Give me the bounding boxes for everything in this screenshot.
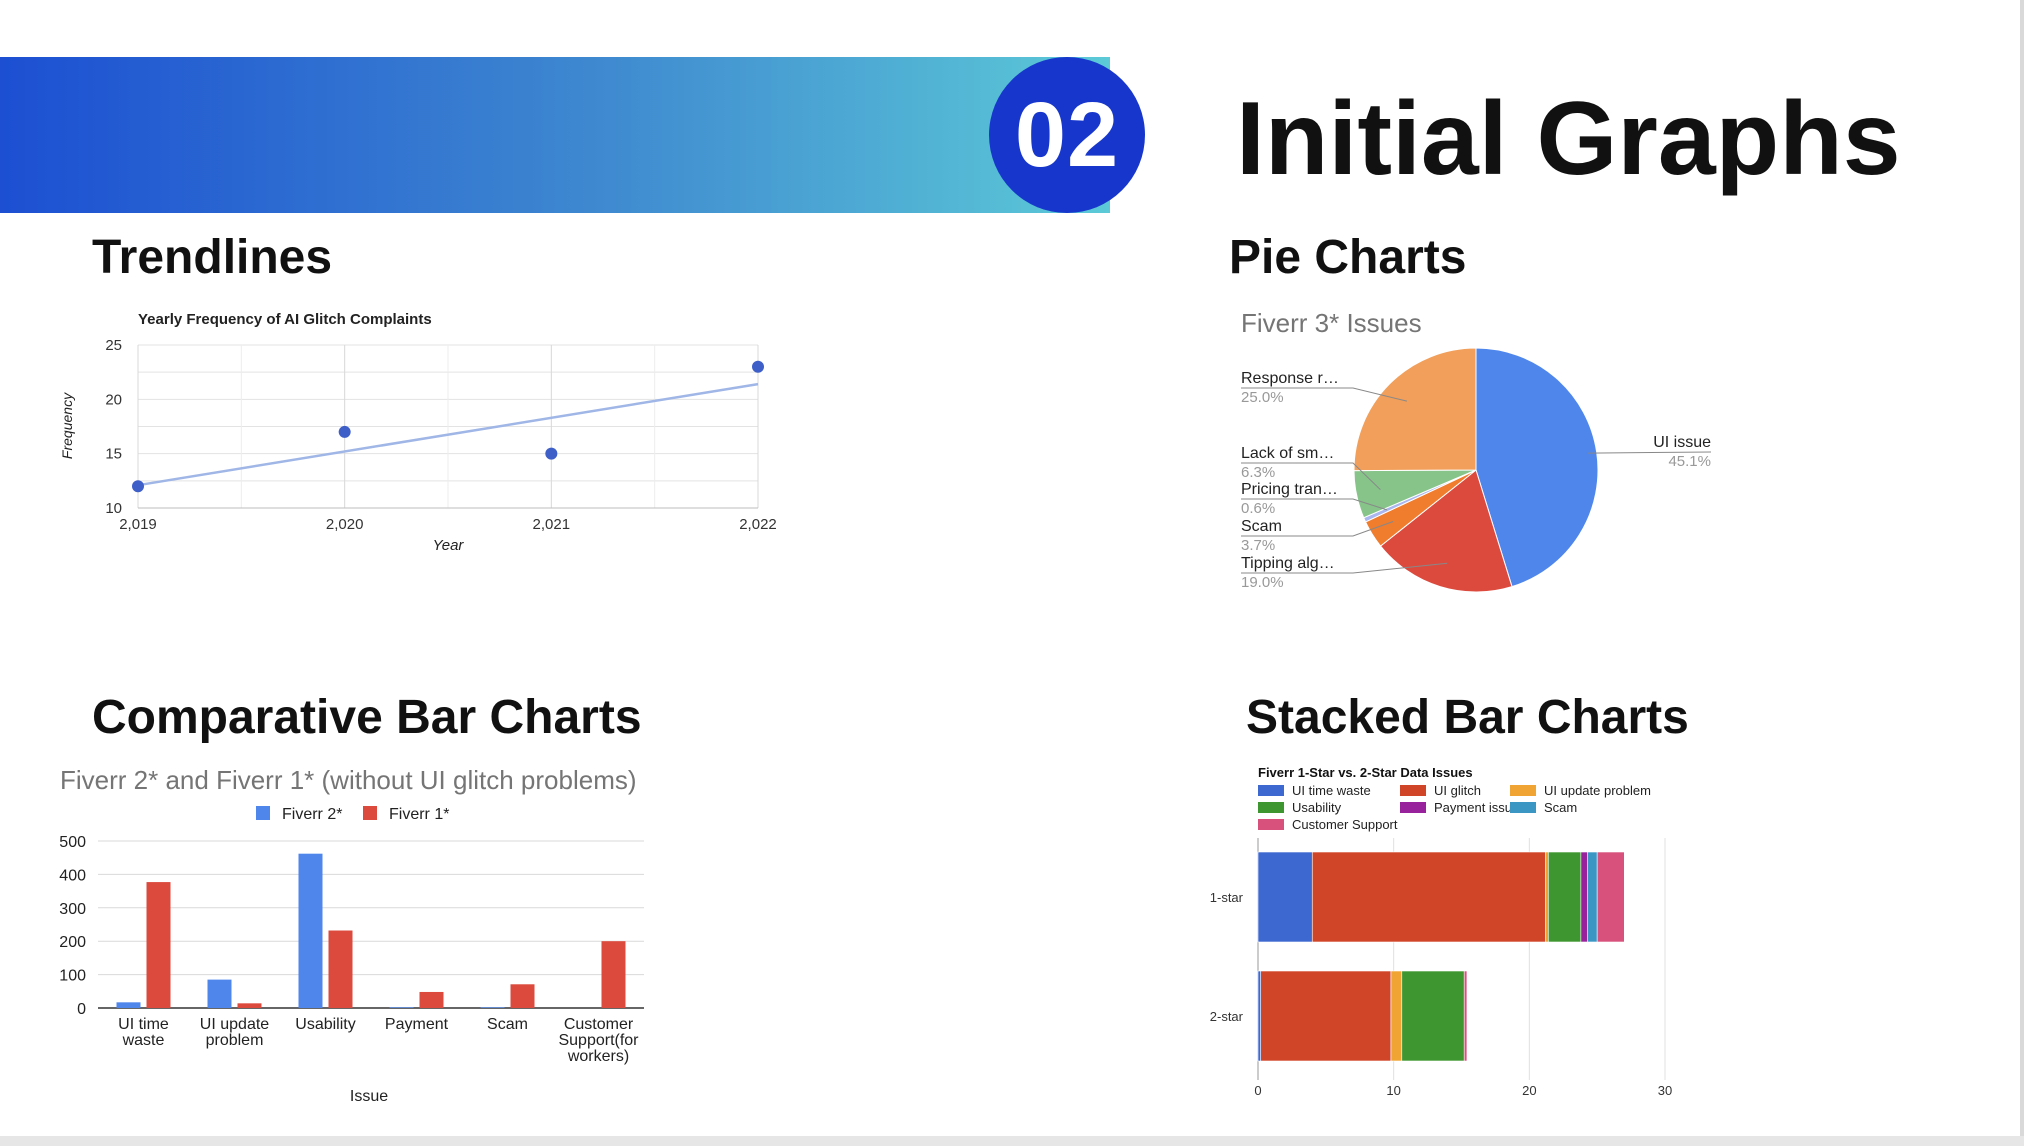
legend-label: Scam [1544,800,1577,815]
bar-segment [1260,970,1392,1062]
legend-label: Usability [1292,800,1342,815]
legend-swatch [1400,802,1426,813]
chart-title: Fiverr 1-Star vs. 2-Star Data Issues [1258,765,1473,780]
bar-segment [1587,851,1598,943]
x-tick-label: 30 [1658,1083,1672,1098]
bar-segment [1257,970,1262,1062]
bar-segment [1548,851,1582,943]
bar-segment [1463,970,1468,1062]
legend-swatch [1258,819,1284,830]
legend-label: Customer Support [1292,817,1398,832]
x-tick-label: 10 [1386,1083,1400,1098]
bar-segment [1596,851,1625,943]
legend-label: UI update problem [1544,783,1651,798]
legend-swatch [1258,802,1284,813]
x-tick-label: 20 [1522,1083,1536,1098]
y-tick-label: 2-star [1210,1009,1244,1024]
bar-segment [1401,970,1465,1062]
slide: 02 Initial Graphs Trendlines Pie Charts … [0,0,2024,1146]
x-tick-label: 0 [1254,1083,1261,1098]
legend-swatch [1510,802,1536,813]
legend-label: UI glitch [1434,783,1481,798]
slide-edge-right [2020,0,2024,1146]
legend-label: UI time waste [1292,783,1371,798]
legend-swatch [1400,785,1426,796]
bar-segment [1390,970,1403,1062]
y-tick-label: 1-star [1210,890,1244,905]
legend-swatch [1258,785,1284,796]
slide-edge-bottom [0,1136,2024,1146]
stacked-bar-chart: Fiverr 1-Star vs. 2-Star Data Issues UI t… [1210,765,1672,1098]
bar-segment [1311,851,1546,943]
bar-segment [1580,851,1588,943]
bar-segment [1257,851,1313,943]
bar-segment [1545,851,1549,943]
legend-swatch [1510,785,1536,796]
